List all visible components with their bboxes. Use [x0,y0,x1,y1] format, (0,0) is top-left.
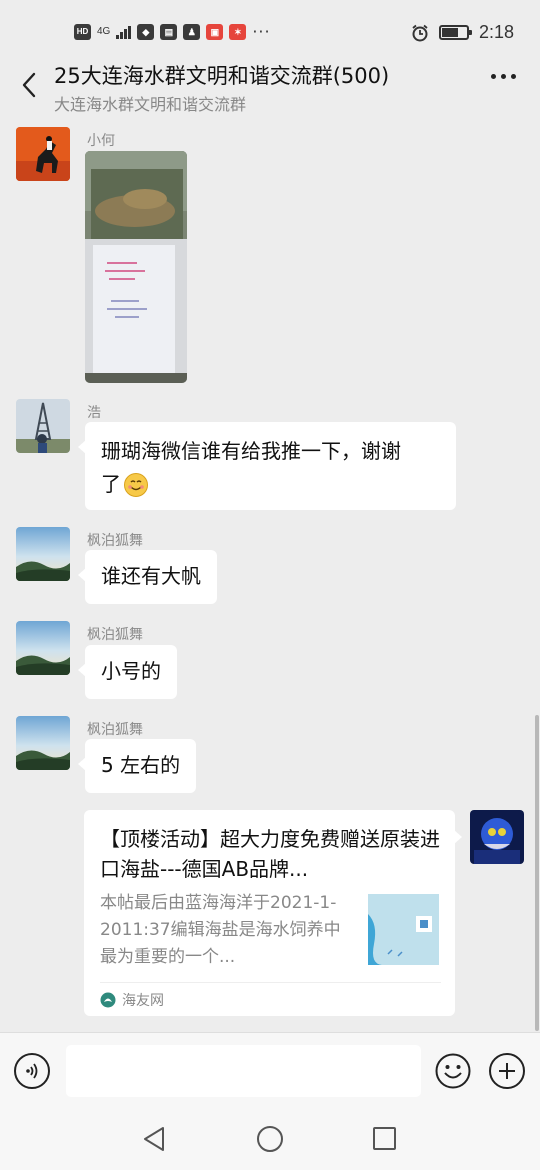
message-bubble[interactable]: 5 左右的 [77,739,197,793]
message-bubble[interactable]: 小号的 [78,645,177,699]
status-icons-right: 2:18 [411,22,514,43]
message-bubble[interactable]: 珊瑚海微信谁有给我推一下，谢谢 了 [78,422,456,510]
scrollbar[interactable] [535,715,539,1031]
avatar[interactable] [16,127,70,181]
link-card[interactable]: 【顶楼活动】超大力度免费赠送原装进口海盐---德国AB品牌... 本帖最后由蓝海… [84,810,462,1016]
status-icons-left: HD 4G ◆ ▤ ♟ ▣ ✶ ··· [74,22,271,41]
network-type: 4G [97,25,111,37]
link-card-description: 本帖最后由蓝海海洋于2021-1-2011:37编辑海盐是海水饲养中最为重要的一… [100,893,341,967]
image-message[interactable] [85,151,187,383]
chat-subtitle: 大连海水群文明和谐交流群 [54,95,247,114]
nav-back-icon [144,1127,164,1151]
system-nav-bar [0,1110,540,1170]
my-avatar[interactable] [470,810,524,864]
source-logo-icon [100,992,116,1008]
status-bar: HD 4G ◆ ▤ ♟ ▣ ✶ ··· 2:18 [0,0,540,64]
voice-button[interactable] [14,1053,50,1089]
back-button[interactable] [14,68,44,102]
qq-icon: ♟ [183,23,201,40]
avatar[interactable] [16,399,70,453]
more-notifications-icon: ··· [252,22,271,41]
nav-back-button[interactable] [142,1126,166,1156]
link-card-divider [100,982,441,983]
emoji-button[interactable] [435,1053,471,1089]
more-dots-icon[interactable] [491,74,516,79]
hd-icon: HD [74,23,91,40]
chat-title: 25大连海水群文明和谐交流群(500) [54,64,390,88]
smile-emoji-icon [124,472,148,497]
nav-recent-icon[interactable] [373,1127,396,1150]
emoji-icon [435,1053,471,1089]
app-notification-icon: ◆ [137,23,155,40]
message-text: 珊瑚海微信谁有给我推一下，谢谢 [101,439,401,463]
sender-name: 枫泊狐舞 [87,722,143,738]
plus-button[interactable] [489,1053,525,1089]
link-card-thumbnail [368,894,439,965]
input-bar [0,1032,540,1110]
sender-name: 枫泊狐舞 [87,627,143,643]
link-card-source-name: 海友网 [122,993,164,1009]
clock: 2:18 [478,22,514,42]
red-app-icon-2: ✶ [229,23,247,40]
link-card-source: 海友网 [100,990,164,1010]
voice-icon [26,1063,38,1079]
avatar[interactable] [16,527,70,581]
nav-home-icon[interactable] [257,1126,283,1152]
message-text-cont: 了 [101,472,121,496]
message-input[interactable] [66,1045,421,1097]
alarm-icon [412,24,428,41]
message-notification-icon: ▤ [160,23,178,40]
battery-icon [438,25,472,40]
link-card-title: 【顶楼活动】超大力度免费赠送原装进口海盐---德国AB品牌... [100,827,440,881]
sender-name: 小何 [87,133,115,149]
sender-name: 浩 [87,405,101,421]
avatar[interactable] [16,621,70,675]
message-bubble[interactable]: 谁还有大帆 [78,550,217,604]
red-app-icon: ▣ [206,23,224,40]
signal-icon [116,25,132,39]
sender-name: 枫泊狐舞 [87,533,143,549]
back-arrow-icon [22,72,36,98]
avatar[interactable] [16,716,70,770]
chat-header: 25大连海水群文明和谐交流群(500) 大连海水群文明和谐交流群 [0,56,540,116]
